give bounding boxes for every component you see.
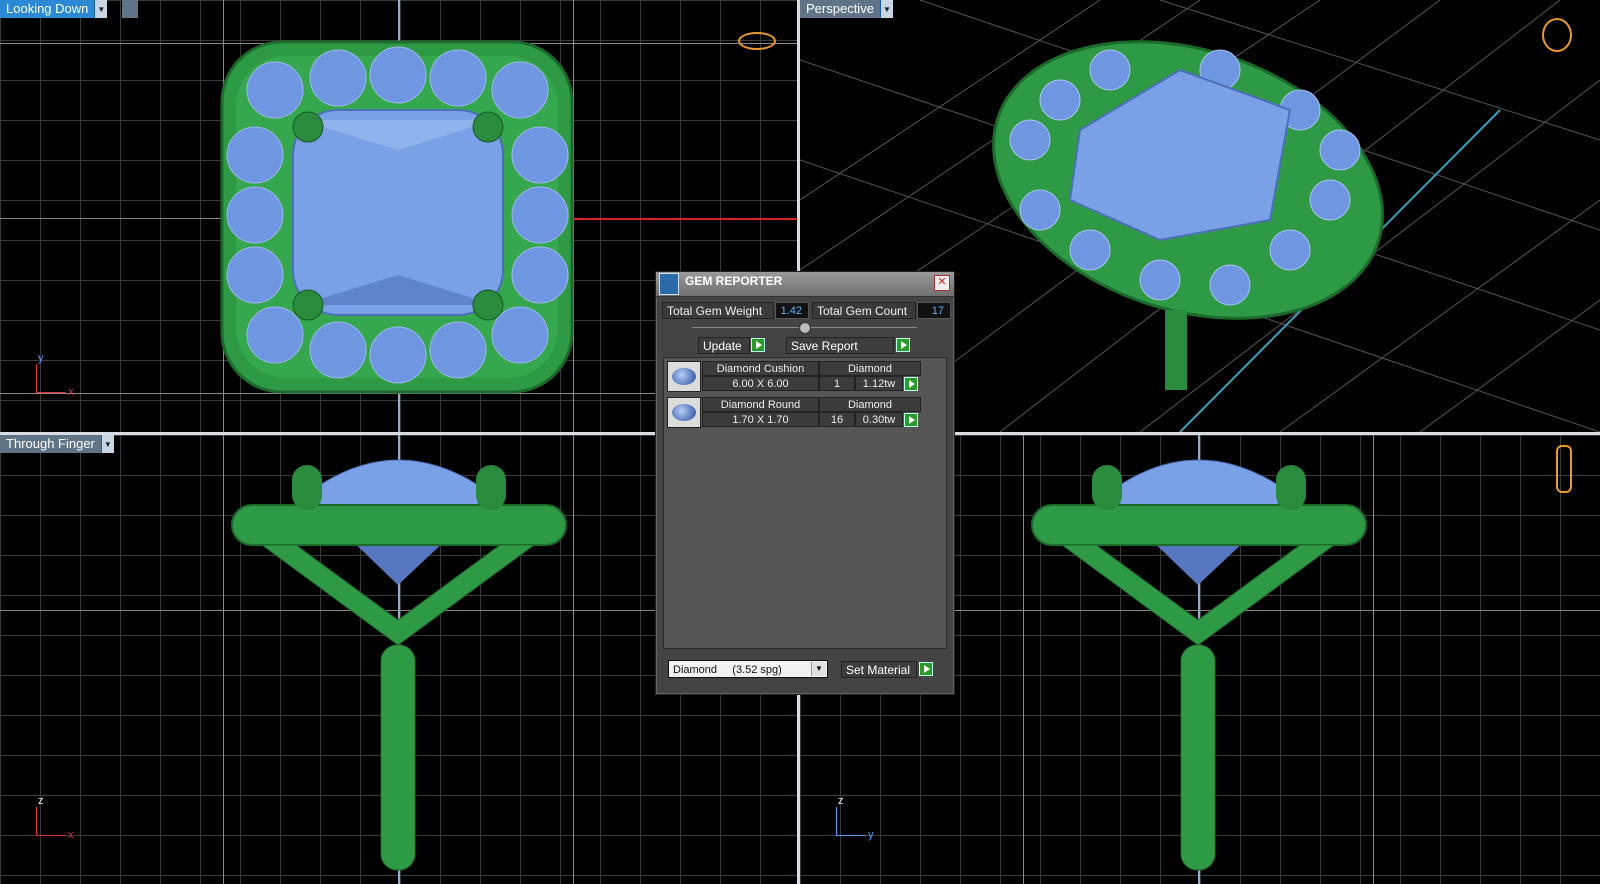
gem-weight: 0.30tw xyxy=(855,412,903,427)
axis-indicator: z y xyxy=(836,795,874,841)
viewport-label-text[interactable]: Looking Down xyxy=(0,0,95,18)
material-select[interactable]: Diamond (3.52 spg) ▼ xyxy=(668,660,828,678)
viewport-label[interactable]: Perspective ▼ xyxy=(800,0,893,18)
gem-reporter-dialog: GEM REPORTER ✕ Total Gem Weight 1.42 Tot… xyxy=(655,271,955,695)
axis-indicator: z x xyxy=(36,795,74,841)
viewport-label-text[interactable]: Perspective xyxy=(800,0,880,18)
chevron-down-icon[interactable]: ▼ xyxy=(811,662,826,676)
gem-material: Diamond xyxy=(819,397,921,412)
splitter-knob-icon[interactable] xyxy=(799,322,811,334)
chevron-down-icon[interactable]: ▼ xyxy=(879,0,893,18)
chevron-down-icon[interactable]: ▼ xyxy=(94,0,108,18)
gem-weight: 1.12tw xyxy=(855,376,903,391)
viewport-label[interactable]: Through Finger ▼ xyxy=(0,435,114,453)
total-count-label: Total Gem Count xyxy=(812,302,916,319)
close-button[interactable]: ✕ xyxy=(934,275,950,291)
gem-count: 1 xyxy=(819,376,855,391)
save-go-icon[interactable] xyxy=(896,338,910,352)
ring-orientation-icon[interactable] xyxy=(1542,18,1572,52)
gem-list[interactable]: Diamond Cushion Diamond 6.00 X 6.00 1 1.… xyxy=(663,357,947,649)
dialog-title: GEM REPORTER xyxy=(685,274,783,288)
total-weight-value: 1.42 xyxy=(775,302,809,319)
material-select-value: Diamond (3.52 spg) xyxy=(673,664,782,676)
total-count-value: 17 xyxy=(917,302,951,319)
gem-reporter-icon xyxy=(659,273,679,295)
gem-name: Diamond Cushion xyxy=(702,361,819,376)
gem-material: Diamond xyxy=(819,361,921,376)
dialog-titlebar[interactable]: GEM REPORTER ✕ xyxy=(656,272,954,297)
camera-icon[interactable] xyxy=(122,0,138,18)
ring-orientation-icon[interactable] xyxy=(738,32,776,50)
gem-count: 16 xyxy=(819,412,855,427)
gem-name: Diamond Round xyxy=(702,397,819,412)
set-material-go-icon[interactable] xyxy=(919,662,933,676)
update-button[interactable]: Update xyxy=(698,337,750,354)
gem-size: 1.70 X 1.70 xyxy=(702,412,819,427)
update-go-icon[interactable] xyxy=(751,338,765,352)
gem-thumbnail xyxy=(667,397,701,428)
total-weight-label: Total Gem Weight xyxy=(662,302,774,319)
chevron-down-icon[interactable]: ▼ xyxy=(100,435,114,453)
axis-indicator: y x xyxy=(36,352,74,398)
ring-orientation-icon[interactable] xyxy=(1556,445,1572,493)
set-material-button[interactable]: Set Material xyxy=(841,661,917,678)
list-item[interactable]: Diamond Round Diamond 1.70 X 1.70 16 0.3… xyxy=(667,397,921,429)
gem-size: 6.00 X 6.00 xyxy=(702,376,819,391)
viewport-label-text[interactable]: Through Finger xyxy=(0,435,101,453)
gem-thumbnail xyxy=(667,361,701,392)
list-item[interactable]: Diamond Cushion Diamond 6.00 X 6.00 1 1.… xyxy=(667,361,921,393)
save-report-button[interactable]: Save Report xyxy=(786,337,894,354)
gem-select-icon[interactable] xyxy=(904,413,918,427)
gem-select-icon[interactable] xyxy=(904,377,918,391)
viewport-label[interactable]: Looking Down ▼ xyxy=(0,0,108,18)
